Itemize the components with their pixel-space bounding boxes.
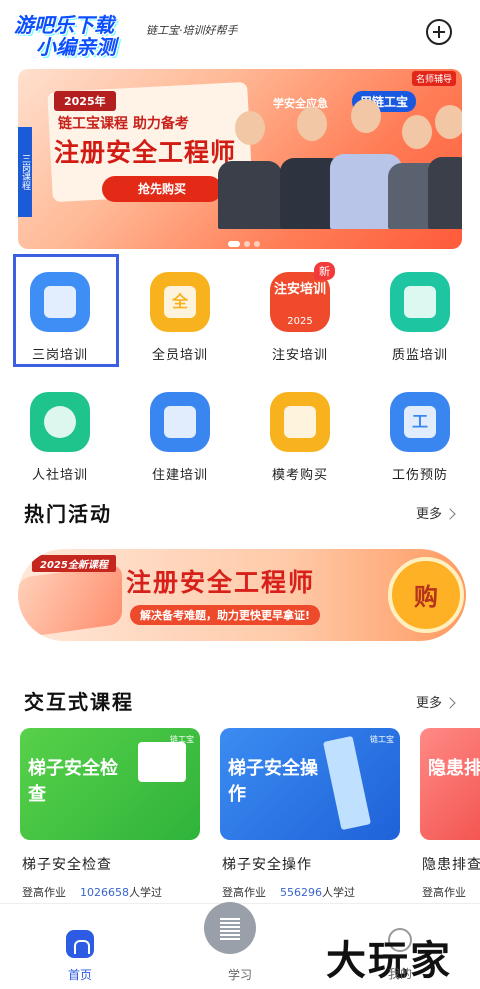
banner-year: 2025年 [54, 91, 116, 111]
course-card[interactable]: 链工宝 梯子安全操作 [220, 728, 400, 840]
person-icon [30, 392, 90, 452]
book-icon-year: 2025 [287, 316, 313, 327]
shopping-bag-icon [270, 392, 330, 452]
activity-buy-button[interactable]: 购 [388, 557, 464, 633]
course-meta: 登高作业 [422, 886, 466, 898]
home-icon [66, 930, 94, 958]
shield-check-icon [390, 272, 450, 332]
grid-item-label: 住建培训 [151, 468, 208, 483]
card-title: 梯子安全检查 [28, 758, 118, 805]
course-card[interactable]: 链工宝 梯子安全检查 [20, 728, 200, 840]
hot-more-link[interactable]: 更多 [416, 503, 456, 522]
banner-title: 注册安全工程师 [54, 138, 237, 167]
banner-buy-button[interactable]: 抢先购买 [102, 176, 222, 202]
courses-more-link[interactable]: 更多 [416, 692, 456, 711]
course-caption: 隐患排查 [422, 857, 480, 873]
grid-item-label: 工伤预防 [391, 468, 448, 483]
promo-banner[interactable]: 三岗课程 2025年 链工宝课程 助力备考 注册安全工程师 抢先购买 学安全应急… [18, 69, 462, 249]
grid-item-label: 质监培训 [391, 348, 448, 363]
course-list: 链工宝 梯子安全检查 梯子安全检查 登高作业 1026658人学过 链工宝 梯子… [0, 728, 480, 898]
more-label: 更多 [416, 507, 443, 522]
watermark-line1: 游吧乐下载 [14, 13, 114, 37]
grid-item-zhijian[interactable]: 质监培训 [368, 258, 472, 368]
nav-home[interactable]: 首页 [30, 904, 130, 989]
book-illustration [18, 563, 122, 639]
banner-side-label: 三岗课程 [18, 127, 32, 217]
activity-title: 注册安全工程师 [126, 568, 316, 597]
more-label: 更多 [416, 696, 443, 711]
teacher-photo [218, 111, 282, 229]
grid-item-gongshang[interactable]: 工 工伤预防 [368, 378, 472, 488]
badge-icon: 全 [150, 272, 210, 332]
activity-tag: 2025全新课程 [32, 555, 116, 572]
banner-corner-badge: 名师辅导 [411, 71, 456, 86]
nav-home-label: 首页 [67, 968, 92, 982]
grid-item-label: 注安培训 [271, 348, 328, 363]
course-meta: 登高作业 556296人学过 [222, 886, 355, 898]
nav-mine-label: 我的 [388, 967, 413, 981]
buy-label: 购 [414, 583, 438, 611]
course-caption: 梯子安全检查 [22, 857, 112, 873]
course-caption: 梯子安全操作 [222, 857, 312, 873]
card-brand: 链工宝 [370, 735, 394, 744]
grid-item-zhuan[interactable]: 注安培训 2025 注安培训 [248, 258, 352, 368]
banner-subtitle: 链工宝课程 助力备考 [58, 116, 189, 132]
work-injury-icon: 工 [390, 392, 450, 452]
document-icon [30, 272, 90, 332]
ladder-illustration [322, 735, 372, 831]
grid-item-quanyuan[interactable]: 全 全员培训 [128, 258, 232, 368]
app-slogan: 链工宝·培训好帮手 [146, 24, 238, 37]
card-title: 梯子安全操作 [228, 758, 318, 805]
nav-study[interactable]: 学习 [190, 902, 290, 989]
section-title-courses: 交互式课程 [24, 690, 134, 714]
book-icon: 注安培训 2025 [270, 272, 330, 332]
card-title: 隐患排查 [428, 758, 480, 779]
book-icon-text: 注安培训 [273, 282, 326, 297]
section-title-hot: 热门活动 [24, 502, 112, 526]
building-icon [150, 392, 210, 452]
course-meta: 登高作业 1026658人学过 [22, 886, 162, 898]
watermark: 游吧乐下载 小编亲测 [14, 14, 154, 58]
watermark-line2: 小编亲测 [36, 35, 116, 59]
grid-item-label: 模考购买 [271, 468, 328, 483]
nav-study-label: 学习 [227, 968, 252, 982]
carousel-indicator [228, 232, 264, 249]
chevron-right-icon [444, 697, 456, 709]
new-badge: 新 [314, 262, 335, 280]
header: 游吧乐下载 小编亲测 链工宝·培训好帮手 [0, 0, 480, 64]
grid-item-renshe[interactable]: 人社培训 [8, 378, 112, 488]
grid-item-mokao[interactable]: 模考购买 [248, 378, 352, 488]
activity-banner[interactable]: 2025全新课程 注册安全工程师 解决备考难题，助力更快更早拿证! 购 [18, 549, 466, 641]
grid-item-zhujian[interactable]: 住建培训 [128, 378, 232, 488]
grid-item-label: 全员培训 [151, 348, 208, 363]
chevron-right-icon [444, 508, 456, 520]
grid-item-label: 人社培训 [31, 468, 88, 483]
add-button[interactable] [426, 19, 452, 45]
study-icon [204, 902, 256, 954]
activity-subtitle: 解决备考难题，助力更快更早拿证! [130, 605, 321, 625]
grid-item-sangang[interactable]: 三岗培训 [8, 258, 112, 368]
ladder-illustration [138, 742, 186, 782]
teacher-photo [428, 105, 462, 229]
course-card[interactable]: 隐患排查 [420, 728, 480, 840]
grid-item-label: 三岗培训 [31, 348, 88, 363]
